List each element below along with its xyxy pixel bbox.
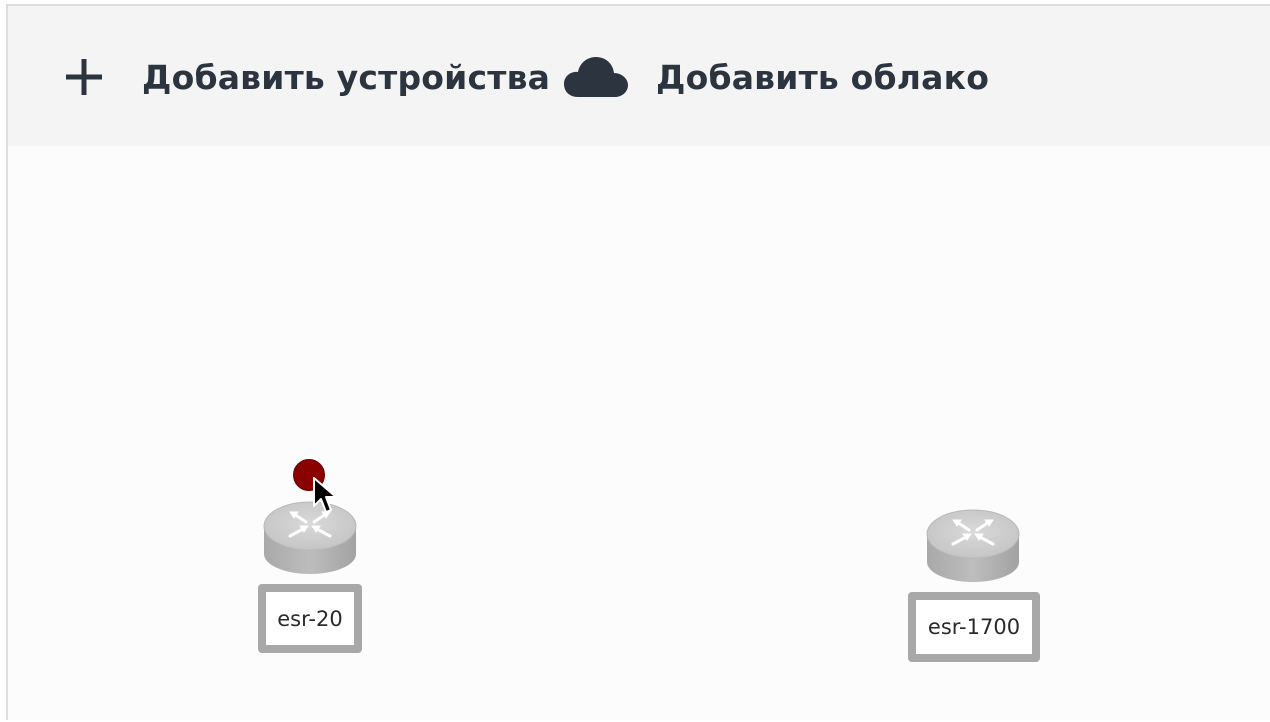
add-cloud-button[interactable]: Добавить облако — [564, 54, 989, 100]
cloud-icon — [564, 57, 628, 97]
device-name-label: esr-1700 — [908, 592, 1040, 662]
router-icon — [926, 509, 1020, 582]
device-name-label: esr-20 — [258, 584, 362, 653]
toolbar: Добавить устройства Добавить облако — [8, 6, 1270, 146]
add-devices-label: Добавить устройства — [142, 57, 551, 97]
add-devices-button[interactable]: Добавить устройства — [64, 54, 550, 100]
mouse-cursor-icon — [313, 477, 337, 513]
topology-editor: Добавить устройства Добавить облако esr-… — [6, 4, 1270, 720]
topology-canvas[interactable]: esr-20 esr-1700 — [8, 146, 1270, 722]
device-esr-1700[interactable]: esr-1700 — [908, 504, 1040, 666]
router-icon — [263, 501, 357, 574]
add-cloud-label: Добавить облако — [656, 57, 990, 97]
plus-icon — [66, 59, 102, 95]
